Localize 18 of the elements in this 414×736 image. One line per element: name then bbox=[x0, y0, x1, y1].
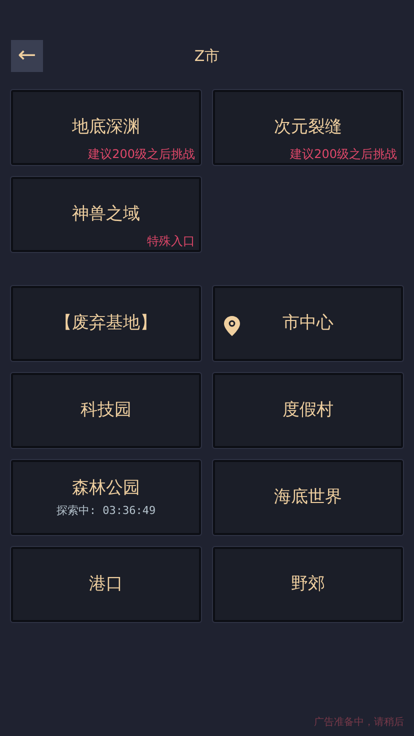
level-hint: 建议200级之后挑战 bbox=[88, 146, 195, 163]
area-tile[interactable]: 港口 bbox=[11, 547, 201, 622]
area-tile[interactable]: 野郊 bbox=[213, 547, 403, 622]
area-tile[interactable]: 地底深渊 建议200级之后挑战 bbox=[11, 90, 201, 165]
ad-status-text: 广告准备中，请稍后 bbox=[314, 716, 404, 730]
area-tile[interactable]: 【废弃基地】 bbox=[11, 286, 201, 361]
area-tile[interactable]: 森林公园 探索中: 03:36:49 bbox=[11, 460, 201, 535]
back-button[interactable]: ← bbox=[11, 40, 43, 72]
area-tile[interactable]: 次元裂缝 建议200级之后挑战 bbox=[213, 90, 403, 165]
area-tile[interactable]: 市中心 bbox=[213, 286, 403, 361]
level-hint: 特殊入口 bbox=[147, 233, 195, 250]
area-tile[interactable]: 海底世界 bbox=[213, 460, 403, 535]
area-tile[interactable]: 度假村 bbox=[213, 373, 403, 448]
area-tile[interactable]: 科技园 bbox=[11, 373, 201, 448]
level-hint: 建议200级之后挑战 bbox=[290, 146, 397, 163]
explore-timer: 探索中: 03:36:49 bbox=[56, 503, 156, 519]
page-title: Z市 bbox=[194, 46, 220, 65]
area-tile[interactable]: 神兽之域 特殊入口 bbox=[11, 177, 201, 252]
